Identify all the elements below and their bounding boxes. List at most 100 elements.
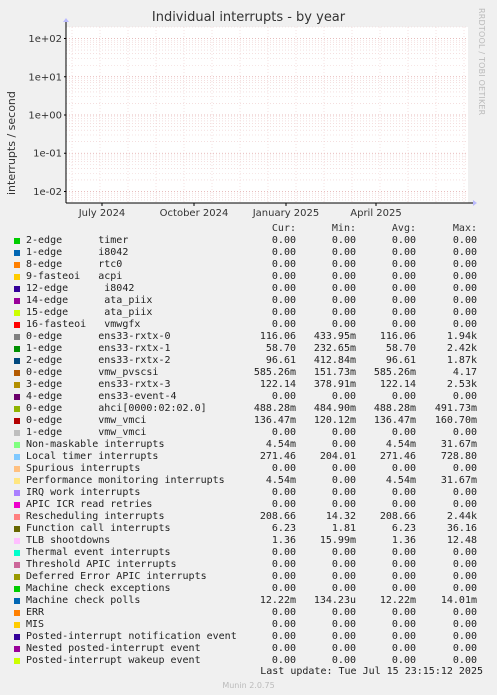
legend-label: 14-edge ata_piix <box>26 295 153 306</box>
legend-swatch <box>14 238 20 244</box>
legend-max-value: 0.00 <box>452 607 477 618</box>
legend-max-value: 0.00 <box>452 271 477 282</box>
legend-row: 12-edge i8042 0.00 0.00 0.00 0.00 <box>0 283 497 295</box>
legend-cur-value: 6.23 <box>271 523 296 534</box>
legend-max-value: 2.53k <box>446 379 477 390</box>
legend-min-value: 151.73m <box>313 367 356 378</box>
legend-row: 1-edge ens33-rxtx-1 58.70 232.65m 58.70 2.42… <box>0 343 497 355</box>
legend-cur-value: 0.00 <box>271 319 296 330</box>
legend-swatch <box>14 574 20 580</box>
y-tick-label: 1e+00 <box>28 111 62 122</box>
legend-max-value: 12.48 <box>446 535 477 546</box>
legend-swatch <box>14 358 20 364</box>
legend-label: 15-edge ata_piix <box>26 307 153 318</box>
col-cur-header: Cur: <box>271 223 296 234</box>
legend-min-value: 0.00 <box>331 247 356 258</box>
legend-swatch <box>14 502 20 508</box>
legend-swatch <box>14 646 20 652</box>
legend-row: 0-edge ens33-rxtx-0 116.06 433.95m 116.06 1.… <box>0 331 497 343</box>
legend-max-value: 0.00 <box>452 499 477 510</box>
legend-avg-value: 0.00 <box>391 619 416 630</box>
legend-row: Function call interrupts 6.23 1.81 6.23 36.1… <box>0 523 497 535</box>
legend-cur-value: 208.66 <box>259 511 296 522</box>
x-tick-label: January 2025 <box>252 208 320 219</box>
legend-swatch <box>14 430 20 436</box>
legend-min-value: 0.00 <box>331 487 356 498</box>
legend-label: 1-edge vmw_vmci <box>26 427 147 438</box>
legend-min-value: 0.00 <box>331 319 356 330</box>
legend-avg-value: 0.00 <box>391 235 416 246</box>
legend-max-value: 2.42k <box>446 343 477 354</box>
legend-row: 3-edge ens33-rxtx-3 122.14 378.91m 122.14 2.… <box>0 379 497 391</box>
legend-avg-value: 122.14 <box>379 379 416 390</box>
legend-row: 0-edge vmw_pvscsi 585.26m 151.73m 585.26m 4.… <box>0 367 497 379</box>
legend-row: Nested posted-interrupt event 0.00 0.00 0.0… <box>0 643 497 655</box>
legend-header: Cur: Min: Avg: Max: <box>0 223 497 235</box>
legend-label: Non-maskable interrupts <box>26 439 165 450</box>
legend-max-value: 0.00 <box>452 463 477 474</box>
legend-avg-value: 0.00 <box>391 427 416 438</box>
legend-label: 0-edge ens33-rxtx-0 <box>26 331 171 342</box>
legend-cur-value: 0.00 <box>271 583 296 594</box>
legend-max-value: 31.67m <box>440 475 477 486</box>
legend-cur-value: 4.54m <box>265 475 296 486</box>
legend-avg-value: 58.70 <box>385 343 416 354</box>
legend-label: 16-fasteoi vmwgfx <box>26 319 141 330</box>
legend-min-value: 0.00 <box>331 271 356 282</box>
legend-min-value: 1.81 <box>331 523 356 534</box>
legend-row: Thermal event interrupts 0.00 0.00 0.00 0.00 <box>0 547 497 559</box>
legend-label: 1-edge i8042 <box>26 247 129 258</box>
legend-cur-value: 1.36 <box>271 535 296 546</box>
y-tick-label: 1e-01 <box>33 149 62 160</box>
legend-max-value: 0.00 <box>452 295 477 306</box>
legend-cur-value: 136.47m <box>253 415 296 426</box>
legend-label: 2-edge timer <box>26 235 129 246</box>
legend-cur-value: 0.00 <box>271 307 296 318</box>
legend-row: Threshold APIC interrupts 0.00 0.00 0.00 0.0… <box>0 559 497 571</box>
legend-row: 2-edge ens33-rxtx-2 96.61 412.84m 96.61 1.87… <box>0 355 497 367</box>
legend-max-value: 160.70m <box>434 415 477 426</box>
legend-swatch <box>14 622 20 628</box>
legend-max-value: 0.00 <box>452 247 477 258</box>
legend-max-value: 14.01m <box>440 595 477 606</box>
legend-swatch <box>14 526 20 532</box>
legend-avg-value: 585.26m <box>373 367 416 378</box>
legend-min-value: 0.00 <box>331 499 356 510</box>
legend-label: IRQ work interrupts <box>26 487 141 498</box>
legend-label: 2-edge ens33-rxtx-2 <box>26 355 171 366</box>
legend-cur-value: 0.00 <box>271 247 296 258</box>
legend-min-value: 0.00 <box>331 607 356 618</box>
legend-swatch <box>14 610 20 616</box>
legend-cur-value: 0.00 <box>271 271 296 282</box>
legend-min-value: 0.00 <box>331 619 356 630</box>
legend-label: Posted-interrupt wakeup event <box>26 655 201 666</box>
legend-max-value: 0.00 <box>452 631 477 642</box>
legend-swatch <box>14 514 20 520</box>
legend-swatch <box>14 286 20 292</box>
legend-avg-value: 0.00 <box>391 571 416 582</box>
legend-cur-value: 585.26m <box>253 367 296 378</box>
legend-cur-value: 96.61 <box>265 355 296 366</box>
y-tick-label: 1e-02 <box>33 187 62 198</box>
legend-label: Local timer interrupts <box>26 451 159 462</box>
legend-label: 0-edge vmw_vmci <box>26 415 147 426</box>
legend-cur-value: 271.46 <box>259 451 296 462</box>
legend-max-value: 0.00 <box>452 559 477 570</box>
legend-swatch <box>14 322 20 328</box>
legend-max-value: 0.00 <box>452 619 477 630</box>
legend-avg-value: 0.00 <box>391 631 416 642</box>
legend-min-value: 0.00 <box>331 439 356 450</box>
legend-swatch <box>14 262 20 268</box>
legend-max-value: 0.00 <box>452 547 477 558</box>
munin-version: Munin 2.0.75 <box>222 681 275 690</box>
legend-max-value: 0.00 <box>452 259 477 270</box>
legend-label: APIC ICR read retries <box>26 499 153 510</box>
legend-label: 0-edge vmw_pvscsi <box>26 367 159 378</box>
legend-label: 0-edge ahci[0000:02:02.0] <box>26 403 207 414</box>
x-tick-label: April 2025 <box>350 208 401 219</box>
legend-max-value: 31.67m <box>440 439 477 450</box>
legend-row: 9-fasteoi acpi 0.00 0.00 0.00 0.00 <box>0 271 497 283</box>
legend-label: 4-edge ens33-event-4 <box>26 391 177 402</box>
legend-cur-value: 0.00 <box>271 631 296 642</box>
legend-row: Local timer interrupts 271.46 204.01 271.46… <box>0 451 497 463</box>
